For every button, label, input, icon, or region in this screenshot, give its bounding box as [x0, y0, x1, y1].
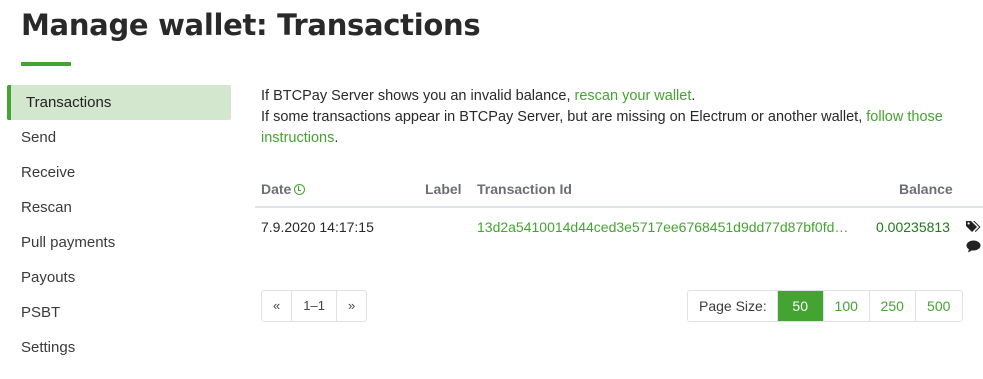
sidebar-item-psbt[interactable]: PSBT: [7, 295, 231, 330]
transaction-id-link[interactable]: 13d2a5410014d44ced3e5717ee6768451d9dd77d…: [477, 219, 863, 235]
info-line-rescan: If BTCPay Server shows you an invalid ba…: [261, 86, 961, 107]
info-text-1: If BTCPay Server shows you an invalid ba…: [261, 88, 575, 104]
info-line-instructions: If some transactions appear in BTCPay Se…: [261, 107, 961, 149]
sidebar-item-payouts[interactable]: Payouts: [7, 260, 231, 295]
column-transaction-id: Transaction Id: [477, 181, 572, 197]
clock-sort-icon[interactable]: [294, 184, 306, 195]
title-underline: [21, 62, 71, 66]
row-date: 7.9.2020 14:17:15: [261, 219, 374, 235]
info-text-1-end: .: [691, 88, 696, 104]
transactions-table-header: Date Label Transaction Id Balance: [255, 173, 983, 208]
page-range[interactable]: 1–1: [292, 291, 337, 321]
sidebar-nav: Transactions Send Receive Rescan Pull pa…: [7, 85, 231, 365]
comment-icon[interactable]: [966, 240, 981, 256]
page-size-250[interactable]: 250: [870, 291, 916, 321]
page-size-100[interactable]: 100: [824, 291, 870, 321]
tag-icon[interactable]: [966, 220, 983, 236]
info-text: If BTCPay Server shows you an invalid ba…: [261, 86, 961, 149]
page-title: Manage wallet: Transactions: [21, 8, 481, 42]
rescan-wallet-link[interactable]: rescan your wallet: [575, 88, 692, 104]
page-size-selector: Page Size: 50 100 250 500: [687, 290, 963, 322]
info-text-2: If some transactions appear in BTCPay Se…: [261, 109, 867, 125]
sidebar-item-transactions[interactable]: Transactions: [7, 85, 231, 120]
sidebar-item-pull-payments[interactable]: Pull payments: [7, 225, 231, 260]
column-balance: Balance: [899, 181, 953, 197]
column-date-label: Date: [261, 181, 292, 197]
sidebar-item-settings[interactable]: Settings: [7, 330, 231, 365]
sidebar-item-receive[interactable]: Receive: [7, 155, 231, 190]
column-label: Label: [425, 181, 462, 197]
page-size-label: Page Size:: [688, 291, 778, 321]
page-size-50[interactable]: 50: [777, 291, 824, 321]
info-text-2-end: .: [334, 130, 339, 146]
table-row: 7.9.2020 14:17:15 13d2a5410014d44ced3e57…: [255, 210, 983, 253]
next-page-button[interactable]: »: [337, 291, 366, 321]
column-date[interactable]: Date: [261, 181, 306, 197]
previous-page-button[interactable]: «: [262, 291, 293, 321]
pagination: « 1–1 »: [261, 290, 368, 322]
sidebar-item-send[interactable]: Send: [7, 120, 231, 155]
row-balance: 0.00235813: [876, 219, 950, 235]
sidebar-item-rescan[interactable]: Rescan: [7, 190, 231, 225]
page-size-500[interactable]: 500: [916, 291, 962, 321]
